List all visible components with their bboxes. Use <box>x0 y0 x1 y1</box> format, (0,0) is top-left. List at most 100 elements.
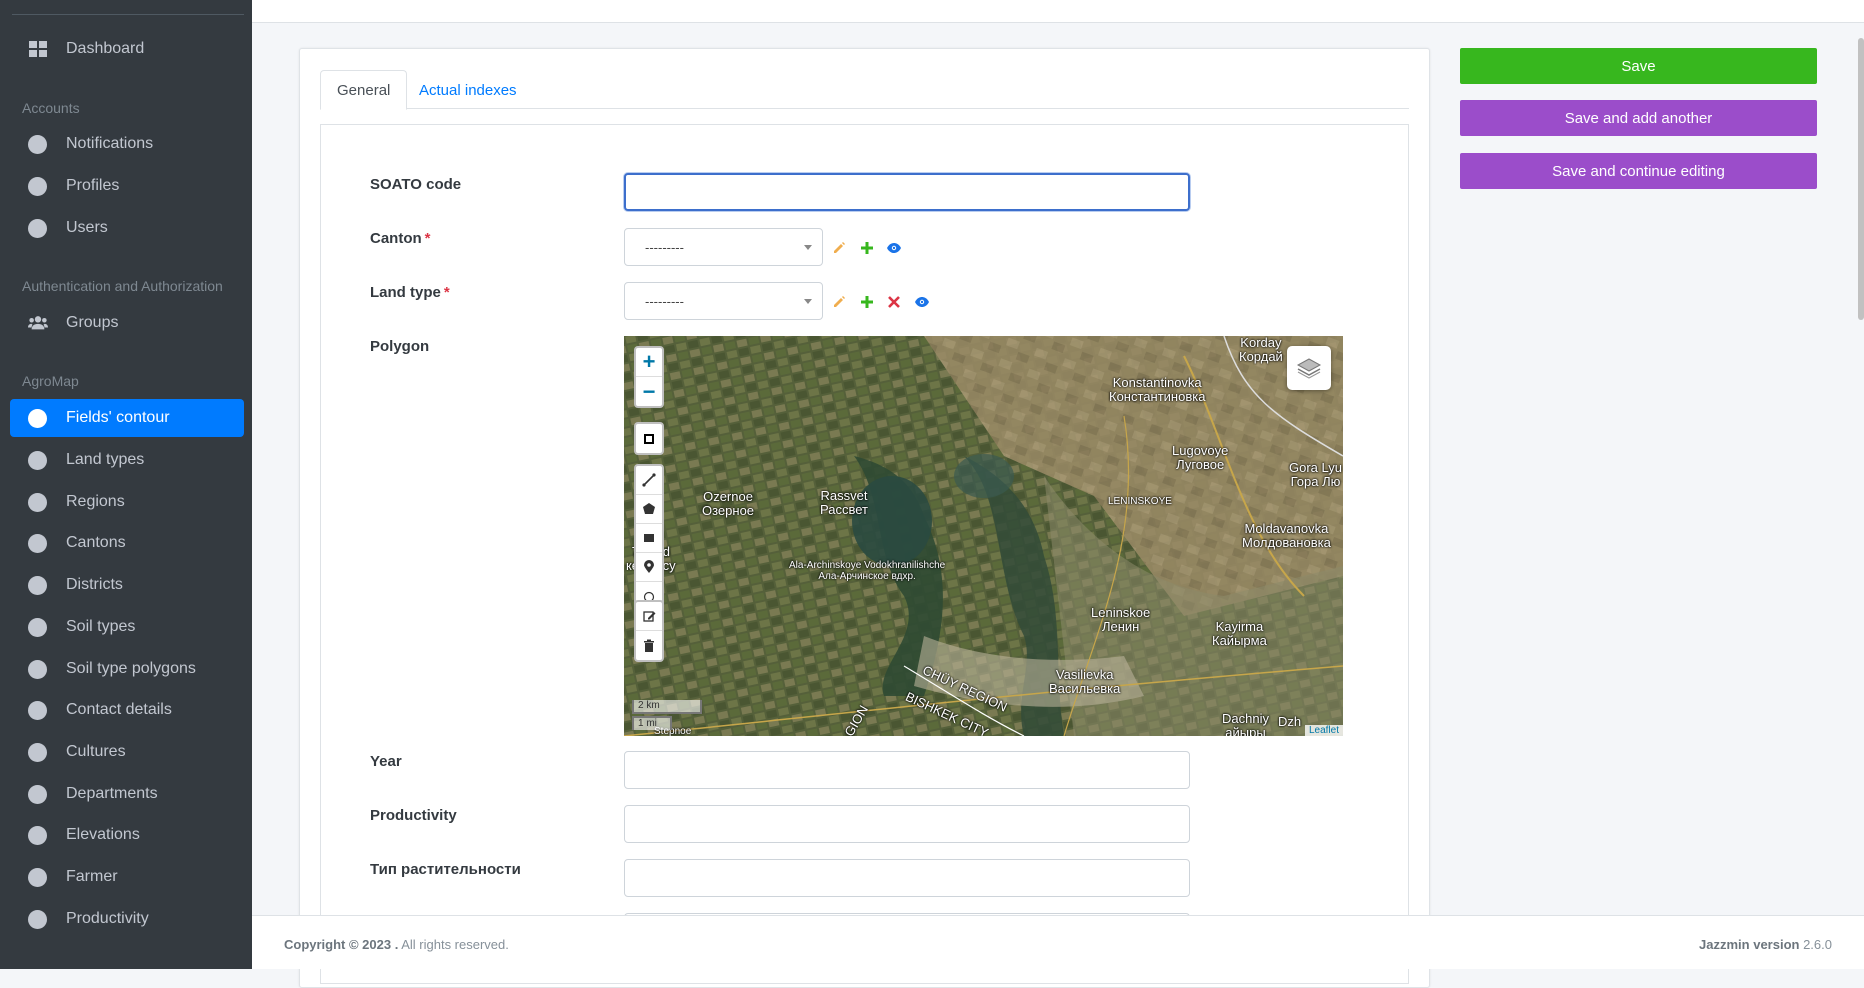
canton-select-value: --------- <box>645 239 684 255</box>
satellite-imagery <box>624 336 1343 736</box>
map-label-lugovoye: Lugovoye Луговое <box>1172 444 1228 472</box>
sidebar-item-label: Cantons <box>66 534 126 551</box>
zoom-out-button[interactable]: − <box>636 377 662 406</box>
sidebar-item-notifications[interactable]: Notifications <box>10 125 244 163</box>
sidebar-item-cantons[interactable]: Cantons <box>10 524 244 562</box>
save-and-continue-editing-button[interactable]: Save and continue editing <box>1460 153 1817 189</box>
canton-label-text: Canton <box>370 230 422 247</box>
map-label-dachniy: Dachniy айыры <box>1222 712 1269 737</box>
map-scale-km: 2 km <box>632 700 702 714</box>
productivity-input[interactable] <box>624 805 1190 843</box>
tab-general[interactable]: General <box>320 70 408 110</box>
year-input[interactable] <box>624 751 1190 789</box>
map-label-vasilievka: Vasilievka Васильевка <box>1049 668 1120 696</box>
map-label-rassvet: Rassvet Рассвет <box>820 489 868 517</box>
layers-button[interactable] <box>1287 346 1331 390</box>
polygon-label: Polygon <box>370 338 430 355</box>
top-navbar <box>252 0 1864 23</box>
sidebar-item-departments[interactable]: Departments <box>10 775 244 813</box>
land-type-select[interactable]: --------- <box>624 282 823 320</box>
sidebar-item-label: Contact details <box>66 701 172 718</box>
sidebar-item-cultures[interactable]: Cultures <box>10 733 244 771</box>
sidebar-item-regions[interactable]: Regions <box>10 483 244 521</box>
map-attribution-link[interactable]: Leaflet <box>1304 725 1343 736</box>
map-label-korday: Korday Кордай <box>1239 336 1283 364</box>
circle-icon <box>28 134 47 154</box>
fullscreen-button[interactable] <box>636 424 662 453</box>
map-label-text: LENINSKOYE <box>1108 496 1172 507</box>
sidebar-item-users[interactable]: Users <box>10 209 244 247</box>
sidebar-item-districts[interactable]: Districts <box>10 566 244 604</box>
map-label-gora-lyu: Gora Lyu Гора Лю <box>1289 461 1342 489</box>
land-type-delete-icon[interactable] <box>886 294 902 310</box>
map-label-text: Kayirma Кайырма <box>1212 619 1267 648</box>
map-label-text: Vasilievka Васильевка <box>1049 667 1121 696</box>
tab-bar: General Actual indexes <box>320 70 1409 110</box>
users-icon <box>28 314 48 332</box>
sidebar-item-label: Districts <box>66 576 123 593</box>
draw-polyline-button[interactable] <box>636 466 662 495</box>
soato-input[interactable] <box>624 173 1190 211</box>
map-label-dzh: Dzh <box>1278 715 1301 729</box>
page-scrollbar[interactable] <box>1858 38 1864 320</box>
draw-polygon-button[interactable] <box>636 495 662 524</box>
map-label-reservoir: Ala-Archinskoye Vodokhranilishche Ала-Ар… <box>789 560 945 582</box>
circle-icon <box>28 784 47 804</box>
land-type-edit-icon[interactable] <box>831 294 847 310</box>
draw-marker-button[interactable] <box>636 553 662 582</box>
polygon-map[interactable]: Korday Кордай Konstantinovka Константино… <box>624 336 1343 736</box>
canton-edit-icon[interactable] <box>831 240 847 256</box>
canton-select[interactable]: --------- <box>624 228 823 266</box>
canton-add-icon[interactable] <box>859 240 875 256</box>
productivity-label: Productivity <box>370 807 457 824</box>
circle-icon <box>28 659 47 679</box>
sidebar-item-label: Cultures <box>66 743 126 760</box>
sidebar-item-farmer[interactable]: Farmer <box>10 858 244 896</box>
zoom-in-button[interactable]: + <box>636 348 662 377</box>
sidebar-item-soil-types[interactable]: Soil types <box>10 608 244 646</box>
sidebar-item-dashboard[interactable]: Dashboard <box>10 30 244 68</box>
sidebar-item-label: Users <box>66 219 108 236</box>
sidebar-item-contact-details[interactable]: Contact details <box>10 691 244 729</box>
map-label-ozernoe: Ozernoe Озерное <box>702 490 754 518</box>
sidebar-item-label: Notifications <box>66 135 154 152</box>
sidebar-item-fields-contour[interactable]: Fields' contour <box>10 399 244 437</box>
circle-icon <box>28 218 47 238</box>
fullscreen-icon <box>644 433 654 444</box>
dashboard-icon <box>28 40 48 58</box>
sidebar-item-groups[interactable]: Groups <box>10 304 244 342</box>
circle-icon <box>28 617 47 637</box>
edit-layers-button[interactable] <box>636 602 662 631</box>
save-button[interactable]: Save <box>1460 48 1817 84</box>
sidebar-item-label: Dashboard <box>66 40 145 57</box>
sidebar-item-label: Land types <box>66 451 145 468</box>
sidebar-item-soil-type-polygons[interactable]: Soil type polygons <box>10 650 244 688</box>
sidebar-item-label: Elevations <box>66 826 140 843</box>
vegetation-type-input[interactable] <box>624 859 1190 897</box>
draw-rectangle-button[interactable] <box>636 524 662 553</box>
sidebar-item-elevations[interactable]: Elevations <box>10 816 244 854</box>
canton-view-icon[interactable] <box>886 240 902 256</box>
sidebar-item-label: Groups <box>66 314 119 331</box>
soato-label: SOATO code <box>370 176 462 193</box>
sidebar-item-label: Productivity <box>66 910 149 927</box>
land-type-add-icon[interactable] <box>859 294 875 310</box>
map-draw-toolbar <box>634 464 664 613</box>
sidebar-header-agromap: AgroMap <box>22 373 79 389</box>
tab-actual-indexes[interactable]: Actual indexes <box>403 70 533 110</box>
circle-icon <box>28 492 47 512</box>
map-label-leninskoe: Leninskoe Ленин <box>1091 606 1150 634</box>
sidebar-item-profiles[interactable]: Profiles <box>10 167 244 205</box>
delete-layers-button[interactable] <box>636 631 662 660</box>
sidebar-item-land-types[interactable]: Land types <box>10 441 244 479</box>
sidebar-item-productivity[interactable]: Productivity <box>10 900 244 938</box>
sidebar-item-label: Regions <box>66 493 125 510</box>
map-label-text: Dzh <box>1278 714 1302 729</box>
footer-version-label: Jazzmin version <box>1699 937 1800 952</box>
layers-icon <box>1296 358 1322 379</box>
sidebar-item-label: Soil types <box>66 618 136 635</box>
land-type-view-icon[interactable] <box>914 294 930 310</box>
map-label-text: Rassvet Рассвет <box>820 488 868 517</box>
save-and-add-another-button[interactable]: Save and add another <box>1460 100 1817 136</box>
circle-icon <box>28 575 47 595</box>
